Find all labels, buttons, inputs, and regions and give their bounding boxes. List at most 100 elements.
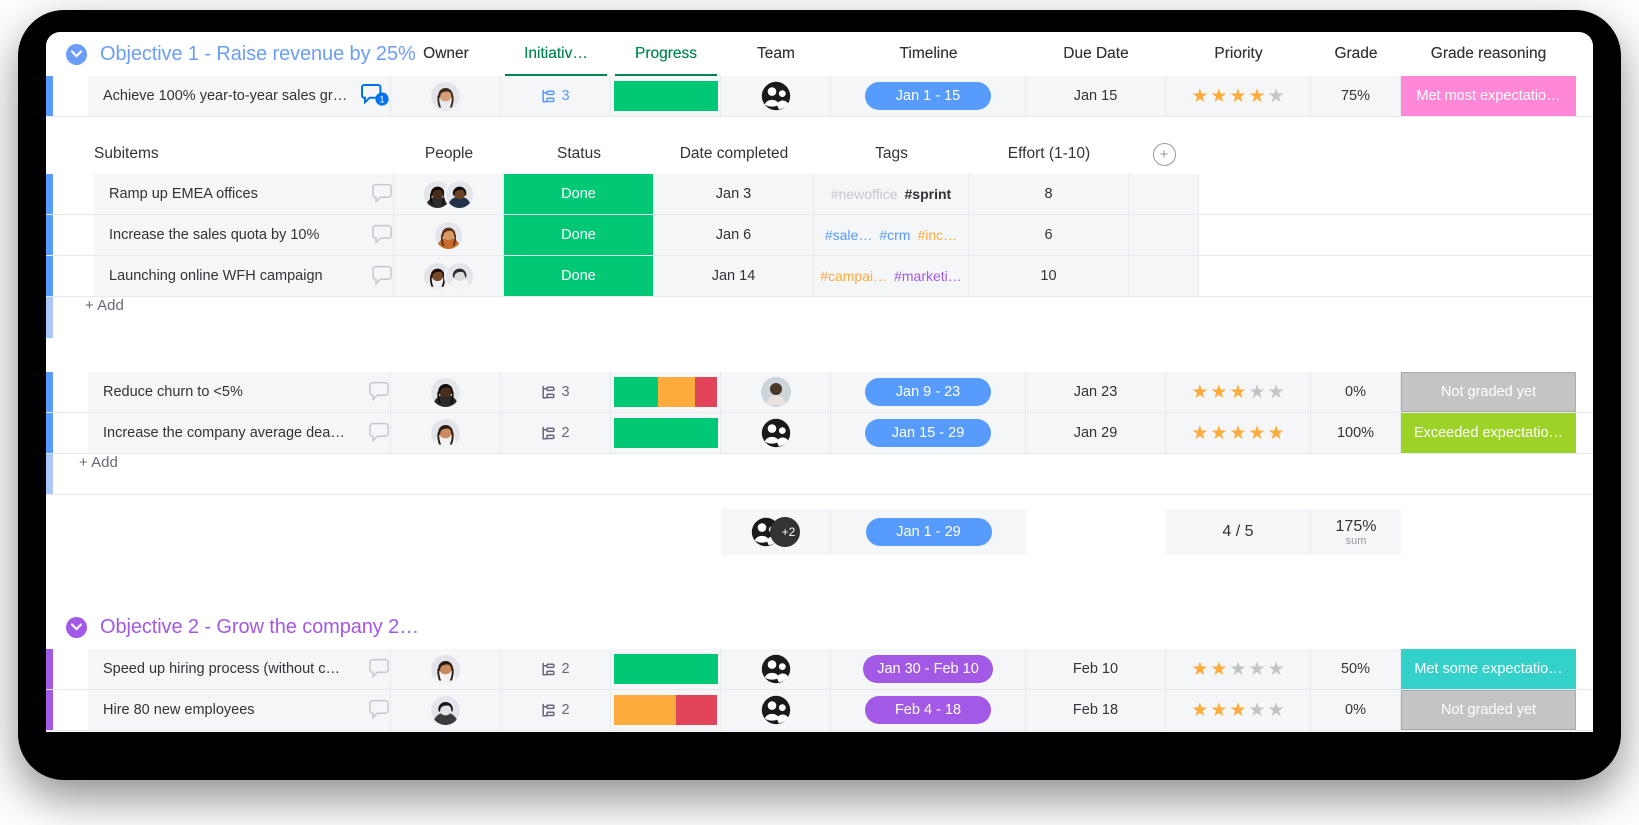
grade-reasoning-chip[interactable]: Met some expectatio… <box>1401 649 1576 689</box>
due-date-cell[interactable]: Jan 15 <box>1026 76 1166 116</box>
people-avatars[interactable] <box>433 219 464 251</box>
initiatives-cell[interactable]: 3 <box>501 372 611 412</box>
table-row[interactable]: Increase the company average dea… 2 Jan … <box>46 413 1593 454</box>
subcolumn-header-tags[interactable]: Tags <box>814 134 969 174</box>
team-cell[interactable] <box>721 413 831 453</box>
item-name-cell[interactable]: Increase the company average dea… <box>88 413 391 453</box>
add-subitem-label[interactable]: + Add <box>53 297 124 338</box>
progress-cell[interactable] <box>611 690 721 730</box>
summary-grade-cell[interactable]: 175% sum <box>1311 509 1401 555</box>
subitem-name-cell[interactable]: Launching online WFH campaign <box>94 256 394 296</box>
avatar[interactable] <box>431 81 460 111</box>
effort-cell[interactable]: 8 <box>969 174 1129 214</box>
progress-bar[interactable] <box>613 695 718 725</box>
grade-reasoning-chip[interactable]: Exceeded expectatio… <box>1401 413 1576 453</box>
grade-reasoning-chip[interactable]: Not graded yet <box>1401 690 1576 730</box>
grade-cell[interactable]: 50% <box>1311 649 1401 689</box>
updates-icon[interactable] <box>368 381 390 403</box>
progress-cell[interactable] <box>611 76 721 116</box>
priority-cell[interactable]: ★ ★ ★ ★ ★ <box>1166 649 1311 689</box>
updates-icon[interactable] <box>368 658 390 680</box>
date-completed-cell[interactable]: Jan 3 <box>654 174 814 214</box>
initiatives-cell[interactable]: 2 <box>501 649 611 689</box>
owner-cell[interactable] <box>391 649 501 689</box>
grade-reasoning-chip[interactable]: Met most expectatio… <box>1401 76 1576 116</box>
timeline-cell[interactable]: Jan 9 - 23 <box>831 372 1026 412</box>
progress-cell[interactable] <box>611 413 721 453</box>
tags-list[interactable]: #campai… #marketi… <box>820 268 962 284</box>
due-date-cell[interactable]: Feb 10 <box>1026 649 1166 689</box>
status-chip[interactable]: Done <box>504 215 653 255</box>
timeline-pill[interactable]: Jan 9 - 23 <box>865 378 991 406</box>
collapse-group-icon[interactable] <box>66 43 87 65</box>
tag[interactable]: #crm <box>879 227 910 243</box>
item-name-cell[interactable]: Achieve 100% year-to-year sales gr… 1 <box>88 76 391 116</box>
status-chip[interactable]: Done <box>504 174 653 214</box>
avatar[interactable] <box>431 377 460 407</box>
timeline-pill[interactable]: Jan 30 - Feb 10 <box>863 655 993 683</box>
timeline-cell[interactable]: Feb 4 - 18 <box>831 690 1026 730</box>
updates-icon[interactable] <box>368 422 390 444</box>
status-cell[interactable]: Done <box>504 256 654 296</box>
avatar[interactable] <box>431 418 460 448</box>
tag[interactable]: #newoffice <box>831 186 898 202</box>
add-subcolumn-cell[interactable]: + <box>1129 134 1199 174</box>
tag[interactable]: #campai… <box>820 268 887 284</box>
date-completed-cell[interactable]: Jan 6 <box>654 215 814 255</box>
timeline-cell[interactable]: Jan 1 - 15 <box>831 76 1026 116</box>
item-name-cell[interactable]: Hire 80 new employees <box>88 690 391 730</box>
avatar[interactable] <box>431 695 460 725</box>
timeline-cell[interactable]: Jan 30 - Feb 10 <box>831 649 1026 689</box>
team-cell[interactable] <box>721 372 831 412</box>
priority-cell[interactable]: ★ ★ ★ ★ ★ <box>1166 690 1311 730</box>
add-item-row[interactable]: + Add <box>46 454 1593 495</box>
subitem-name-cell[interactable]: Ramp up EMEA offices <box>94 174 394 214</box>
owner-cell[interactable] <box>391 413 501 453</box>
team-cell[interactable] <box>721 76 831 116</box>
priority-cell[interactable]: ★ ★ ★ ★ ★ <box>1166 413 1311 453</box>
grade-reasoning-cell[interactable]: Exceeded expectatio… <box>1401 413 1576 453</box>
timeline-pill[interactable]: Feb 4 - 18 <box>865 696 991 724</box>
tags-list[interactable]: #sale… #crm #inc… <box>825 227 957 243</box>
subitem-row[interactable]: Ramp up EMEA offices Done Jan 3 #newoffi… <box>46 174 1593 215</box>
avatar[interactable] <box>431 654 460 684</box>
timeline-pill[interactable]: Jan 15 - 29 <box>865 419 991 447</box>
subitem-row[interactable]: Increase the sales quota by 10% Done Jan… <box>46 215 1593 256</box>
updates-icon[interactable]: 1 <box>360 84 390 108</box>
timeline-cell[interactable]: Jan 15 - 29 <box>831 413 1026 453</box>
updates-icon[interactable] <box>371 183 393 205</box>
tag[interactable]: #sprint <box>905 186 952 202</box>
status-cell[interactable]: Done <box>504 174 654 214</box>
subcolumn-header-date-completed[interactable]: Date completed <box>654 134 814 174</box>
table-row[interactable]: Achieve 100% year-to-year sales gr… 1 3 <box>46 76 1593 117</box>
column-header-progress[interactable]: Progress <box>611 32 721 76</box>
updates-icon[interactable] <box>371 265 393 287</box>
owner-cell[interactable] <box>391 690 501 730</box>
column-header-team[interactable]: Team <box>721 32 831 76</box>
subcolumn-header-effort-1-10[interactable]: Effort (1-10) <box>969 134 1129 174</box>
progress-cell[interactable] <box>611 372 721 412</box>
initiatives-cell[interactable]: 2 <box>501 413 611 453</box>
column-header-grade-reasoning[interactable]: Grade reasoning <box>1401 32 1576 76</box>
item-name-cell[interactable]: Speed up hiring process (without c… <box>88 649 391 689</box>
grade-reasoning-chip[interactable]: Not graded yet <box>1401 372 1576 412</box>
priority-cell[interactable]: ★ ★ ★ ★ ★ <box>1166 372 1311 412</box>
priority-stars[interactable]: ★ ★ ★ ★ ★ <box>1191 383 1284 402</box>
grade-cell[interactable]: 0% <box>1311 690 1401 730</box>
item-name-cell[interactable]: Reduce churn to <5% <box>88 372 391 412</box>
column-header-priority[interactable]: Priority <box>1166 32 1311 76</box>
status-chip[interactable]: Done <box>504 256 653 296</box>
effort-cell[interactable]: 10 <box>969 256 1129 296</box>
team-cell[interactable] <box>721 690 831 730</box>
team-avatar[interactable] <box>760 377 791 407</box>
priority-stars[interactable]: ★ ★ ★ ★ ★ <box>1191 701 1284 720</box>
grade-cell[interactable]: 100% <box>1311 413 1401 453</box>
priority-stars[interactable]: ★ ★ ★ ★ ★ <box>1191 87 1284 106</box>
due-date-cell[interactable]: Feb 18 <box>1026 690 1166 730</box>
column-header-due-date[interactable]: Due Date <box>1026 32 1166 76</box>
priority-stars[interactable]: ★ ★ ★ ★ ★ <box>1191 424 1284 443</box>
progress-bar[interactable] <box>613 377 718 407</box>
column-header-timeline[interactable]: Timeline <box>831 32 1026 76</box>
column-header-owner[interactable]: Owner <box>391 32 501 76</box>
priority-stars[interactable]: ★ ★ ★ ★ ★ <box>1191 660 1284 679</box>
